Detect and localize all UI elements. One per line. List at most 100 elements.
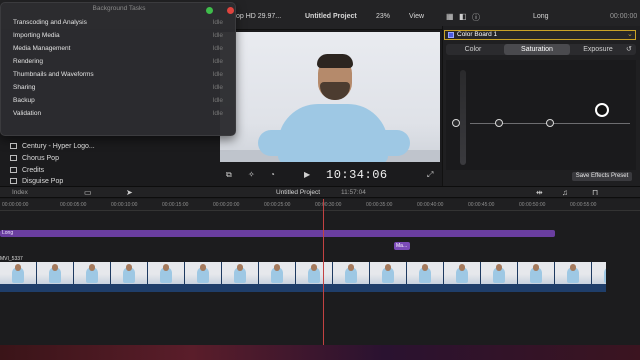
clip-thumbnail	[259, 262, 296, 284]
list-item[interactable]: Chorus Pop	[10, 155, 59, 167]
clip-thumbnail	[444, 262, 481, 284]
color-board-tabs: Color Saturation Exposure	[446, 44, 636, 55]
playhead[interactable]	[323, 199, 324, 360]
task-row: Sharing Idle	[13, 84, 223, 91]
clip-thumbnail	[148, 262, 185, 284]
clip-thumbnail	[518, 262, 555, 284]
film-icon	[10, 143, 17, 150]
task-row: Backup Idle	[13, 97, 223, 104]
highlights-puck[interactable]	[595, 103, 609, 117]
chevron-down-icon[interactable]: ⌄	[627, 30, 633, 38]
clip-thumbnail	[333, 262, 370, 284]
tab-exposure[interactable]: Exposure	[568, 44, 628, 55]
color-icon[interactable]: ◧	[459, 12, 467, 21]
save-effects-preset-button[interactable]: Save Effects Preset	[572, 172, 632, 181]
color-board-selector[interactable]: Color Board 1 ⌄	[444, 30, 636, 40]
ruler-tick: 00:00:35:00	[366, 202, 393, 208]
task-row: Rendering Idle	[13, 58, 223, 65]
task-row: Validation Idle	[13, 110, 223, 117]
snapping-icon[interactable]: ⊓	[592, 188, 598, 197]
film-icon	[10, 155, 17, 162]
timeline-toolbar: Index ▭ ➤ Untitled Project 11:57:04 ⇹ ♫ …	[0, 186, 640, 198]
board-level-slider[interactable]	[460, 70, 466, 165]
play-icon[interactable]: ▶	[304, 170, 310, 179]
saturation-board[interactable]	[446, 60, 636, 170]
tab-saturation[interactable]: Saturation	[504, 44, 570, 55]
speed-icon[interactable]: ◔	[270, 170, 275, 179]
film-icon	[10, 167, 17, 174]
shadows-puck[interactable]	[495, 119, 503, 127]
ruler-tick: 00:00:20:00	[213, 202, 240, 208]
ruler-tick: 00:00:00:00	[2, 202, 29, 208]
clip-thumbnail	[37, 262, 74, 284]
index-button[interactable]: Index	[12, 189, 28, 196]
ruler-tick: 00:00:05:00	[60, 202, 87, 208]
clip-thumbnail	[296, 262, 333, 284]
topbar-timecode: 00:00:00	[610, 13, 638, 20]
fullscreen-icon[interactable]: ⤢	[427, 170, 433, 180]
zoom-level[interactable]: 23%	[376, 13, 390, 20]
task-row: Transcoding and Analysis Idle	[13, 19, 223, 26]
final-cut-window: op HD 29.97... Untitled Project 23% View…	[0, 0, 640, 360]
background-tasks-window: Background Tasks Transcoding and Analysi…	[0, 2, 236, 136]
color-board-name: Color Board 1	[457, 31, 498, 38]
color-board-icon	[448, 32, 454, 38]
audio-skimming-icon[interactable]: ♫	[562, 188, 568, 197]
ruler-tick: 00:00:10:00	[111, 202, 138, 208]
window-zoom-button[interactable]	[206, 7, 213, 14]
clip-name: Long	[533, 13, 549, 20]
clip-thumbnail	[222, 262, 259, 284]
transform-icon[interactable]: ⧉	[226, 170, 232, 180]
clip-thumbnail	[407, 262, 444, 284]
ruler-tick: 00:00:50:00	[519, 202, 546, 208]
title-clip-label: Long	[2, 230, 14, 236]
ruler-tick: 00:00:15:00	[162, 202, 189, 208]
clip-thumbnail	[555, 262, 592, 284]
ruler-tick: 00:00:25:00	[264, 202, 291, 208]
ruler-tick: 00:00:45:00	[468, 202, 495, 208]
video-person-hair	[317, 54, 353, 68]
timeline-duration: 11:57:04	[341, 189, 366, 196]
title-clip[interactable]	[0, 230, 555, 237]
small-title-clip[interactable]: Ma...	[394, 242, 410, 250]
task-row: Thumbnails and Waveforms Idle	[13, 71, 223, 78]
window-close-button[interactable]	[227, 7, 234, 14]
reset-icon[interactable]: ↺	[626, 45, 632, 53]
viewer-controls: ⧉ ✧ ◔ ▶ 10:34:06 ⤢	[220, 166, 440, 186]
video-person-body	[278, 104, 388, 162]
inspector-icon[interactable]: ▦	[446, 12, 454, 21]
clip-thumbnail	[185, 262, 222, 284]
select-tool-icon[interactable]: ➤	[126, 188, 133, 197]
video-clip[interactable]	[0, 262, 606, 284]
list-item[interactable]: Century - Hyper Logo...	[10, 143, 95, 155]
project-title: Untitled Project	[305, 13, 357, 20]
clip-thumbnail	[111, 262, 148, 284]
midtones-puck[interactable]	[546, 119, 554, 127]
audio-waveform[interactable]	[0, 284, 606, 292]
film-icon	[10, 178, 17, 185]
clip-thumbnail	[592, 262, 606, 284]
info-icon[interactable]: ⓘ	[472, 12, 480, 23]
clip-appearance-icon[interactable]: ▭	[84, 188, 92, 197]
clip-thumbnail	[0, 262, 37, 284]
clip-thumbnail	[370, 262, 407, 284]
task-row: Media Management Idle	[13, 45, 223, 52]
viewer-timecode: 10:34:06	[326, 168, 388, 182]
viewer-frame[interactable]	[220, 32, 440, 162]
background-tasks-title: Background Tasks	[92, 5, 146, 12]
skimming-icon[interactable]: ⇹	[536, 188, 543, 197]
ruler-tick: 00:00:40:00	[417, 202, 444, 208]
desktop-background	[0, 345, 640, 360]
ruler-tick: 00:00:55:00	[570, 202, 597, 208]
enhance-icon[interactable]: ✧	[248, 170, 255, 179]
tab-color[interactable]: Color	[446, 44, 500, 55]
global-puck[interactable]	[452, 119, 460, 127]
view-menu[interactable]: View	[409, 13, 424, 20]
clip-thumbnail	[74, 262, 111, 284]
timeline-project-name: Untitled Project	[276, 189, 321, 196]
format-label[interactable]: op HD 29.97...	[236, 13, 281, 20]
effects-browser-list: Century - Hyper Logo... Chorus Pop Credi…	[0, 140, 218, 185]
clip-thumbnail	[481, 262, 518, 284]
ruler-tick: 00:00:30:00	[315, 202, 342, 208]
task-row: Importing Media Idle	[13, 32, 223, 39]
